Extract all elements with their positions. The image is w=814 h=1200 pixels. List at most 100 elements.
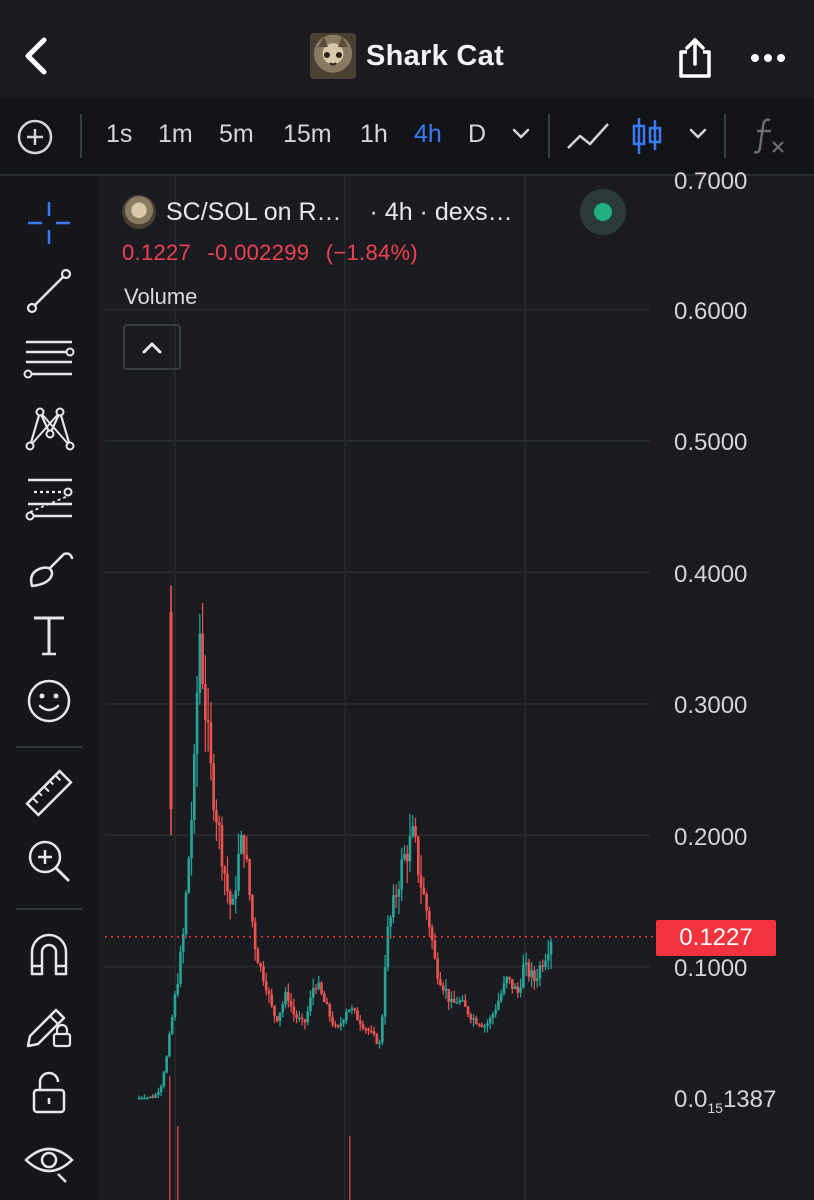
candle-body [309,997,312,1012]
candle-body [469,1014,473,1020]
candle-body [159,1086,163,1093]
candle-body [187,858,191,893]
share-button[interactable] [675,36,715,80]
timeframe-d[interactable]: D [468,120,486,149]
candle-body [549,941,553,955]
line-chart-type-button[interactable] [566,118,612,159]
candle-body [544,960,547,967]
trend-line-tool[interactable] [22,264,76,318]
candle-body [392,895,395,918]
candles-chart-type-button[interactable] [630,116,664,161]
candle-body [237,853,240,891]
hide-drawings-tool[interactable] [22,1134,76,1188]
legend-last-price: 0.1227 [122,240,192,265]
price-axis-label: 0.2000 [674,824,748,851]
candle-body [475,1018,478,1025]
candle-body [140,1097,144,1100]
candle-body [259,963,262,967]
candle-body [530,970,533,978]
emoji-tool[interactable] [22,674,76,728]
legend-values: 0.1227 -0.002299 (−1.84%) [122,240,428,266]
fib-tool[interactable] [22,470,76,524]
candle-body [284,992,287,1005]
candle-body [176,983,180,995]
timeframe-1h[interactable]: 1h [360,120,388,149]
candle-body [422,887,426,895]
candle-body [322,993,326,1003]
candle-body [405,854,409,862]
legend-pair: SC/SOL on R… [166,197,342,226]
crosshair-tool[interactable] [22,196,76,250]
add-indicator-button[interactable] [16,118,54,156]
candle-body [195,692,199,755]
candle-body [253,921,257,950]
candle-body [336,1025,340,1027]
chevron-down-icon [512,128,530,139]
candle-body [206,719,210,723]
brush-icon [29,552,74,588]
candle-body [311,988,315,998]
candle-body [137,1097,141,1100]
chart-type-dropdown[interactable] [687,126,709,147]
timeframe-15m[interactable]: 15m [283,120,332,149]
magnet-tool[interactable] [22,928,76,982]
zoom-in-icon [28,840,70,882]
timeframe-4h[interactable]: 4h [414,120,442,149]
candle-body [455,1002,459,1004]
timeframe-1s[interactable]: 1s [106,120,132,149]
price-axis-label: 0.5000 [674,429,748,456]
candle-body [400,859,403,890]
candle-body [162,1072,166,1087]
candle-body [519,987,522,993]
timeframe-1m[interactable]: 1m [158,120,193,149]
share-icon [679,38,711,78]
magnet-icon [30,933,68,976]
candle-body [458,1000,462,1003]
horizontal-lines-tool[interactable] [22,332,76,386]
price-chart-pane[interactable] [105,176,814,1200]
candle-body [245,854,249,860]
candle-body [381,1016,384,1043]
chart-legend[interactable]: SC/SOL on R… · 4h · dexs… [122,192,513,232]
more-options-button[interactable] [748,44,788,72]
measure-tool[interactable] [22,766,76,820]
candle-body [505,977,509,984]
candle-body [350,1008,354,1010]
timeframe-dropdown[interactable] [510,126,532,147]
timeframe-5m[interactable]: 5m [219,120,254,149]
zoom-tool[interactable] [22,834,76,888]
candle-body [339,1023,343,1027]
candle-body [508,977,511,980]
pencil-lock-icon [26,1008,72,1048]
candle-body [240,835,243,854]
candle-body [303,1019,307,1023]
indicators-button[interactable] [752,114,788,161]
page-title: Shark Cat [365,39,505,72]
line-chart-icon [567,123,609,149]
plus-circle-icon [17,119,53,155]
volume-study-label[interactable]: Volume [124,284,197,310]
text-tool[interactable] [22,608,76,662]
candle-body [275,1016,279,1022]
lock-all-tool[interactable] [22,1066,76,1120]
pattern-tool[interactable] [22,400,76,454]
candlestick-chart[interactable] [105,176,814,1200]
candle-body [491,1013,495,1019]
price-axis-label: 0.3000 [674,692,748,719]
candle-body [394,895,398,897]
ruler-icon [25,769,73,817]
candle-body [477,1024,481,1026]
collapse-legend-button[interactable] [123,324,181,370]
drawing-tools-sidebar [0,176,98,1200]
candle-body [300,1017,304,1020]
lock-drawings-tool[interactable] [22,996,76,1050]
candle-body [425,894,428,911]
candle-body [375,1034,379,1044]
candle-body [273,1005,276,1017]
candle-body [204,683,207,720]
candle-body [231,899,235,905]
candle-body [450,998,453,1002]
candle-body [173,994,177,1018]
candle-body [397,889,401,897]
brush-tool[interactable] [22,540,76,594]
